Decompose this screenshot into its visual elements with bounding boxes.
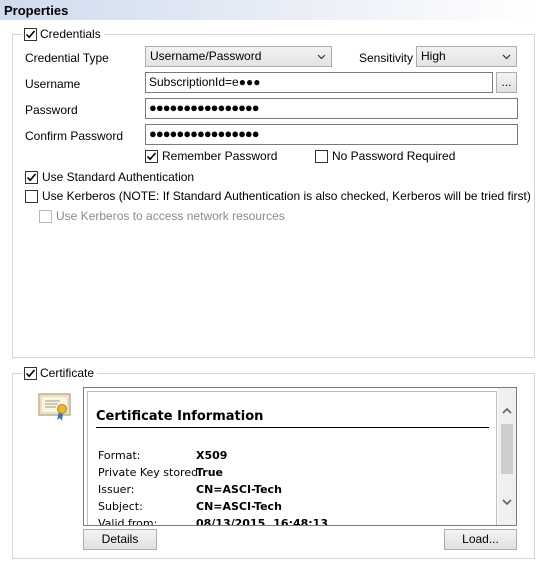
username-input[interactable]: SubscriptionId=e●●● [145,72,493,93]
properties-header: Properties [0,0,537,20]
details-button-label: Details [101,532,139,546]
confirm-password-label: Confirm Password [25,129,124,143]
certificate-legend-label: Certificate [40,366,95,380]
certificate-checkbox[interactable] [24,366,37,380]
sensitivity-value: High [421,49,446,63]
username-value: SubscriptionId=e●●● [149,75,261,89]
chevron-down-icon [502,54,511,60]
cert-field-issuer: Issuer: CN=ASCI-Tech [98,483,282,496]
certificate-scrollbar[interactable] [498,388,516,525]
kerberos-network-option: Use Kerberos to access network resources [39,209,285,223]
scrollbar-thumb[interactable] [501,424,513,474]
load-button[interactable]: Load... [444,529,517,550]
password-input[interactable]: ●●●●●●●●●●●●●●●● [145,98,518,119]
chevron-down-icon [317,54,326,60]
load-button-label: Load... [462,532,499,546]
no-password-label: No Password Required [332,149,456,163]
credential-type-value: Username/Password [150,49,262,63]
cert-field-valid-from: Valid from: 08/13/2015, 16:48:13 [98,517,328,526]
sensitivity-select[interactable]: High [416,46,517,67]
username-label: Username [25,77,81,91]
standard-auth-option[interactable]: Use Standard Authentication [25,170,194,184]
cert-field-format: Format: X509 [98,449,228,462]
credentials-checkbox[interactable] [24,27,37,41]
certificate-icon [38,393,71,421]
credential-type-label: Credential Type [25,51,109,65]
standard-auth-checkbox[interactable] [25,170,38,184]
password-label: Password [25,103,78,117]
scroll-down-icon[interactable] [501,496,513,508]
kerberos-network-checkbox [39,209,52,223]
certificate-info-content: Certificate Information Format: X509 Priv… [87,391,497,526]
no-password-checkbox[interactable] [315,149,328,163]
kerberos-checkbox[interactable] [25,189,38,203]
certificate-legend[interactable]: Certificate [22,365,98,381]
password-value: ●●●●●●●●●●●●●●●● [149,100,260,115]
kerberos-network-label: Use Kerberos to access network resources [56,209,285,223]
confirm-password-value: ●●●●●●●●●●●●●●●● [149,126,260,141]
certificate-info-title: Certificate Information [96,409,489,428]
sensitivity-label: Sensitivity [359,51,414,65]
remember-password-checkbox[interactable] [145,149,158,163]
browse-username-button[interactable]: ... [496,72,517,93]
properties-title: Properties [4,3,69,18]
credentials-legend-label: Credentials [40,27,101,41]
standard-auth-label: Use Standard Authentication [42,170,195,184]
certificate-info-panel[interactable]: Certificate Information Format: X509 Priv… [83,387,517,526]
cert-field-private-key: Private Key stored:True [98,466,224,479]
credentials-legend[interactable]: Credentials [22,26,104,42]
scroll-up-icon[interactable] [501,405,513,417]
confirm-password-input[interactable]: ●●●●●●●●●●●●●●●● [145,124,518,145]
remember-password-label: Remember Password [162,149,278,163]
details-button[interactable]: Details [83,529,157,550]
kerberos-option[interactable]: Use Kerberos (NOTE: If Standard Authenti… [25,189,531,203]
remember-password-option[interactable]: Remember Password [145,149,277,163]
cert-field-subject: Subject: CN=ASCI-Tech [98,500,282,513]
no-password-option[interactable]: No Password Required [315,149,455,163]
kerberos-label: Use Kerberos (NOTE: If Standard Authenti… [42,189,531,203]
browse-button-label: ... [501,75,512,89]
credential-type-select[interactable]: Username/Password [145,46,332,67]
